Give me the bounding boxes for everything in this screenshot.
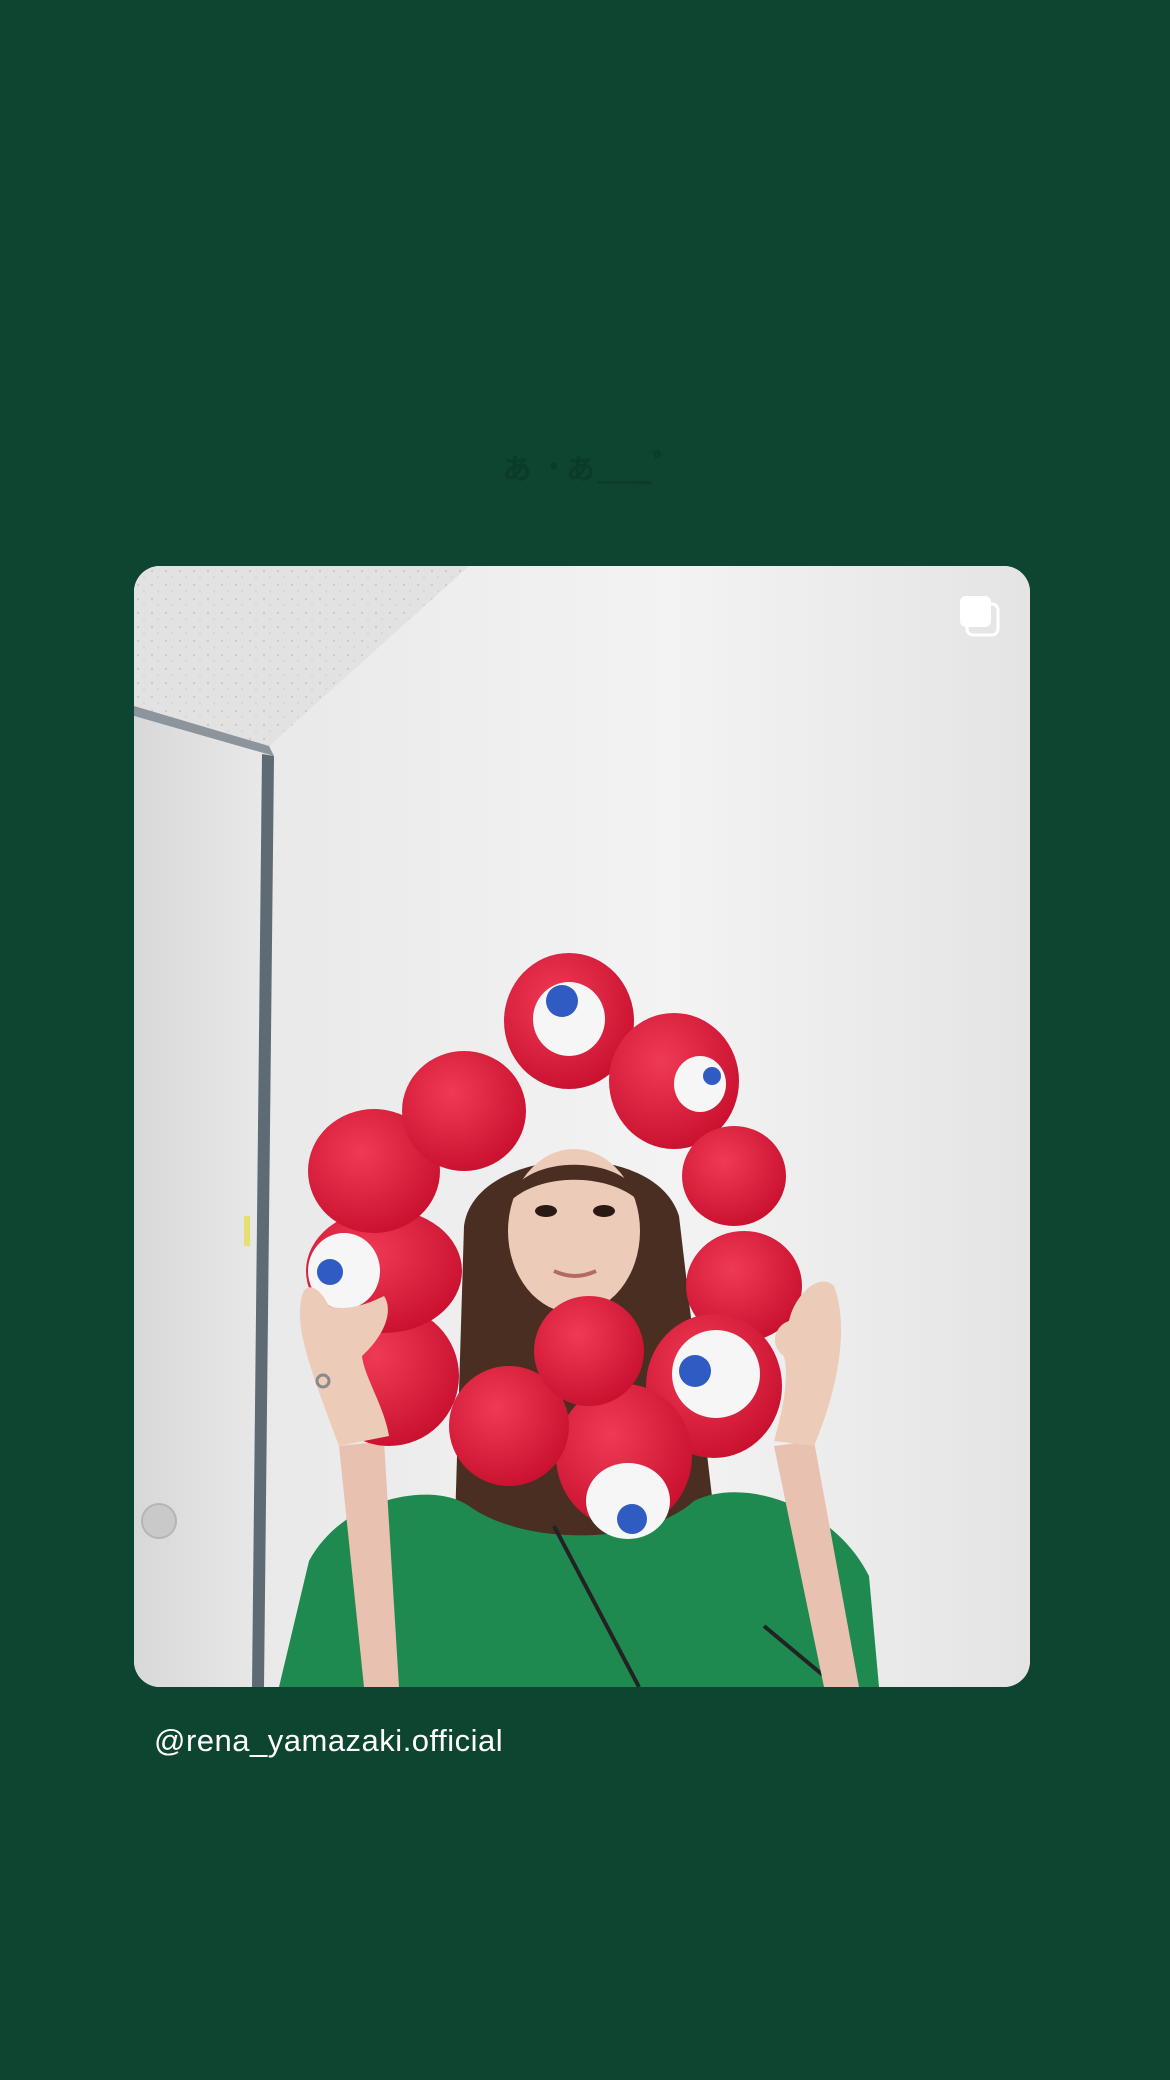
post-photo (134, 566, 1030, 1687)
multiple-photos-icon (960, 596, 1000, 637)
username-handle[interactable]: @rena_yamazaki.official (154, 1723, 503, 1759)
faint-caption: ぁ ･ぁ＿_ﾞ (499, 449, 671, 487)
post-card[interactable] (134, 566, 1030, 1687)
